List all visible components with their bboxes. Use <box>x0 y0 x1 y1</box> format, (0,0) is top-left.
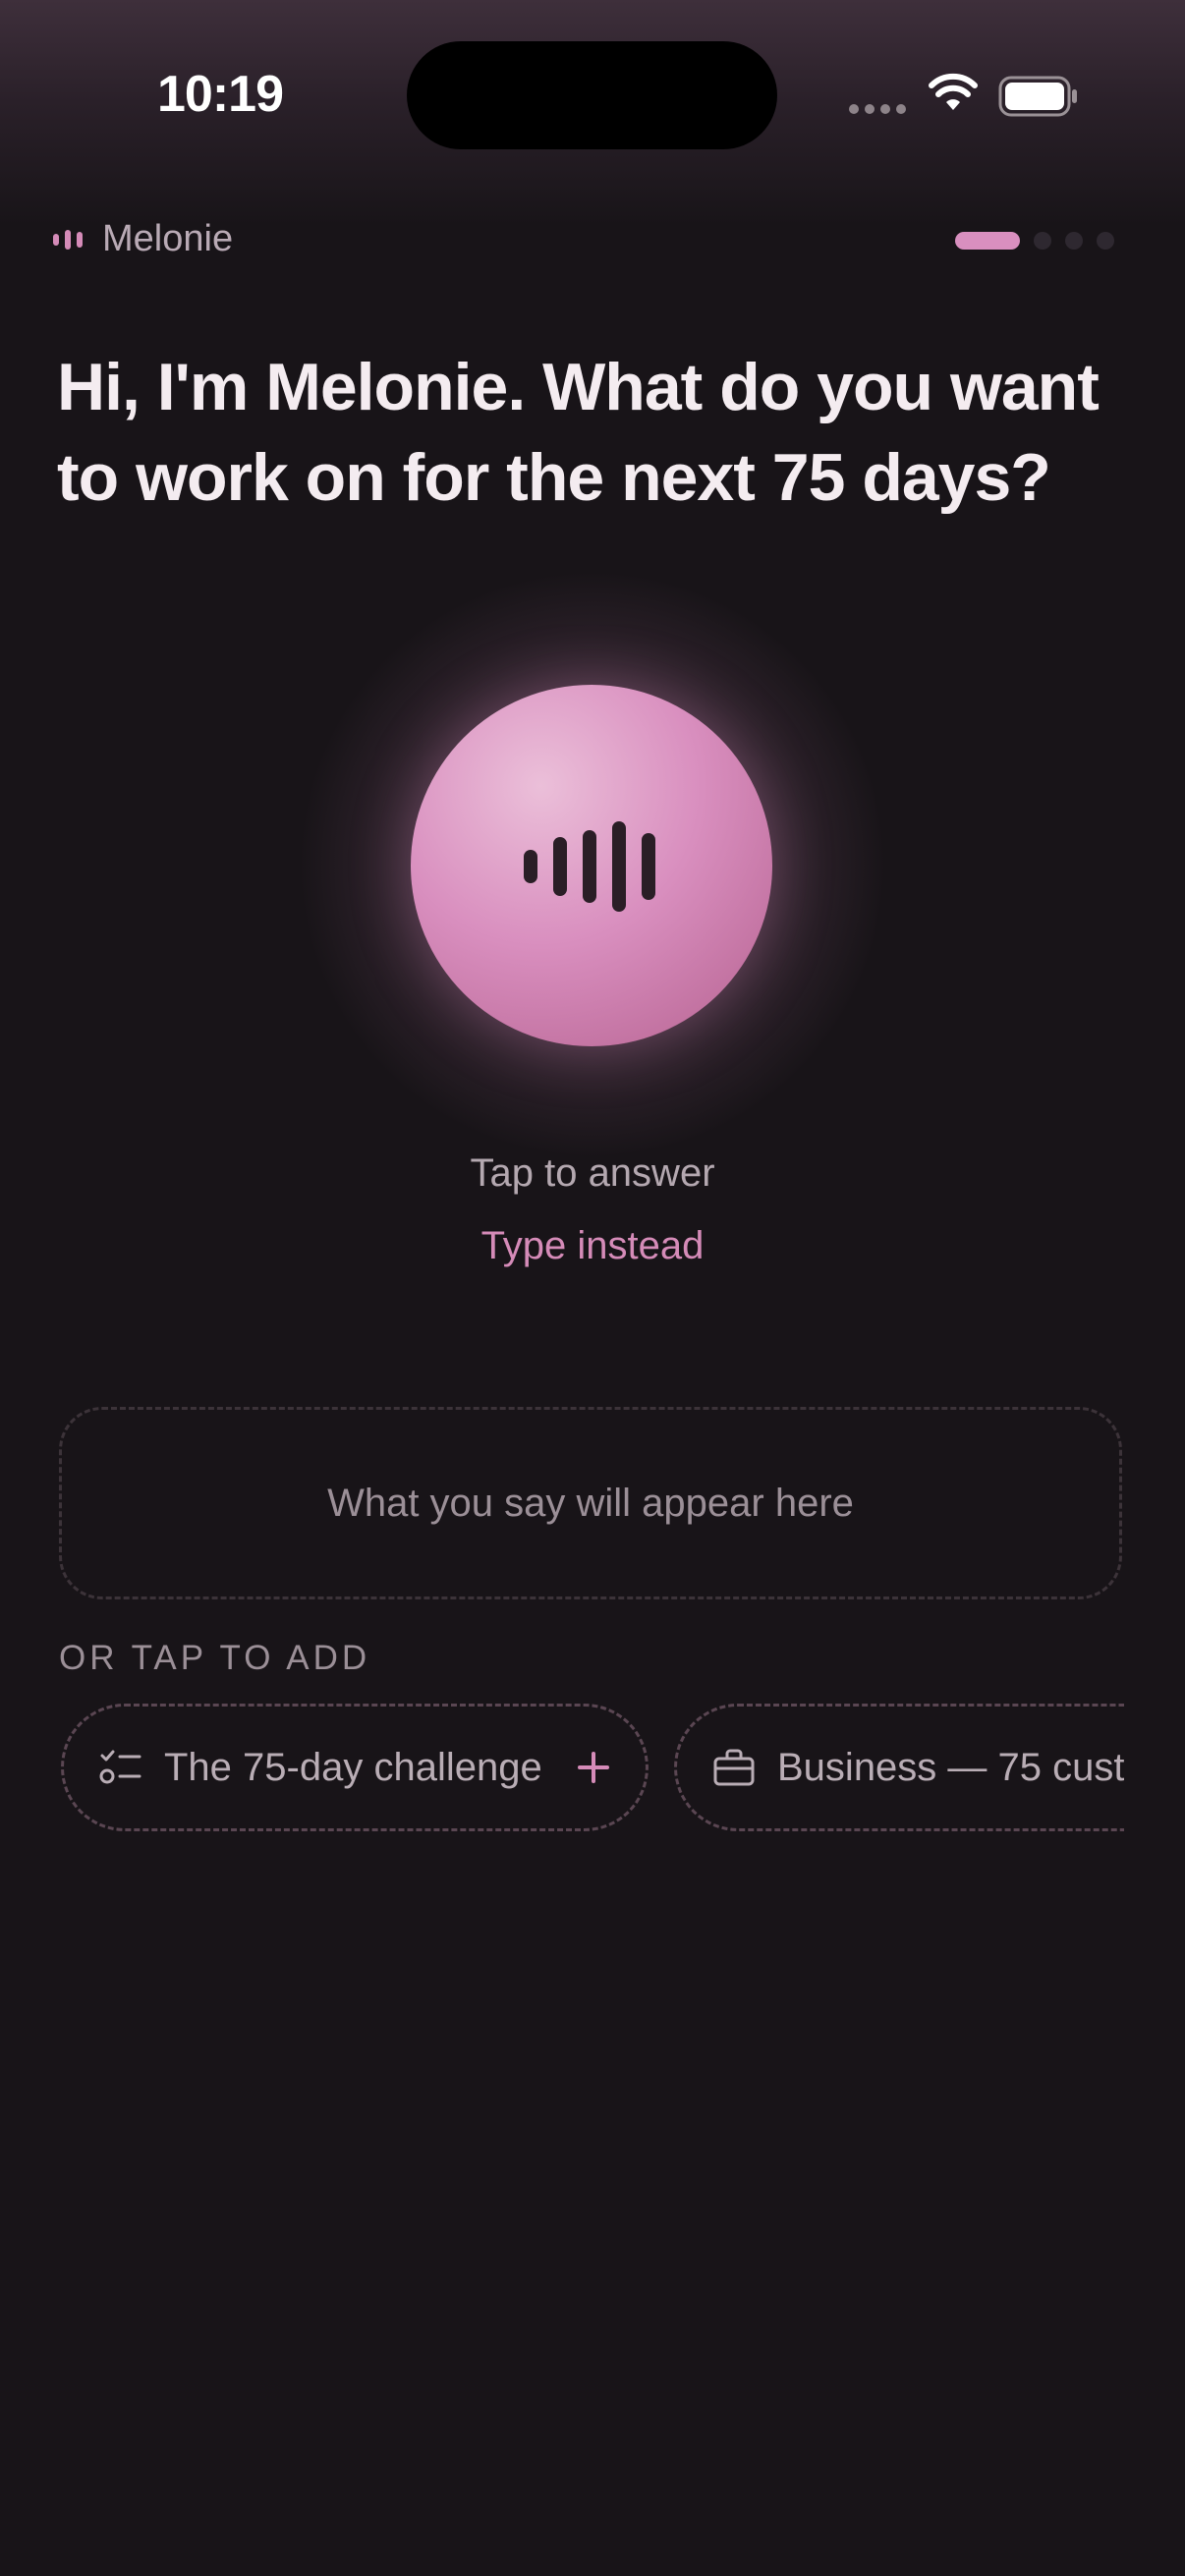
progress-step <box>1065 232 1083 250</box>
briefcase-icon <box>713 1749 755 1786</box>
plus-icon <box>578 1752 609 1783</box>
status-time: 10:19 <box>157 66 284 123</box>
progress-step <box>1097 232 1114 250</box>
brand-name: Melonie <box>102 218 234 259</box>
waveform-icon <box>524 821 655 912</box>
wifi-icon <box>929 73 978 110</box>
battery-icon <box>998 76 1077 117</box>
suggestion-chip-label: Business — 75 customers <box>777 1745 1124 1789</box>
tap-to-answer-label: Tap to answer <box>470 1151 715 1195</box>
type-instead-link[interactable]: Type instead <box>0 1224 1185 1268</box>
suggestions-label: OR TAP TO ADD <box>59 1639 371 1677</box>
checklist-icon <box>99 1750 141 1784</box>
question-heading: Hi, I'm Melonie. What do you want to wor… <box>57 350 1100 515</box>
waveform-logo-icon <box>53 229 83 250</box>
onboarding-progress <box>955 232 1114 250</box>
suggestion-chip[interactable]: The 75-day challenge <box>61 1704 649 1831</box>
suggestion-chip-label: The 75-day challenge <box>164 1745 542 1789</box>
suggestion-chips: The 75-day challenge Business — 75 custo… <box>61 1704 1124 1833</box>
progress-step-active <box>955 232 1020 250</box>
progress-step <box>1034 232 1051 250</box>
transcript-placeholder: What you say will appear here <box>327 1481 854 1525</box>
dynamic-island <box>407 41 777 149</box>
suggestion-chip[interactable]: Business — 75 customers <box>674 1704 1124 1831</box>
brand: Melonie <box>53 218 233 260</box>
cellular-signal-icon <box>849 104 906 114</box>
transcript-box: What you say will appear here <box>59 1407 1122 1599</box>
